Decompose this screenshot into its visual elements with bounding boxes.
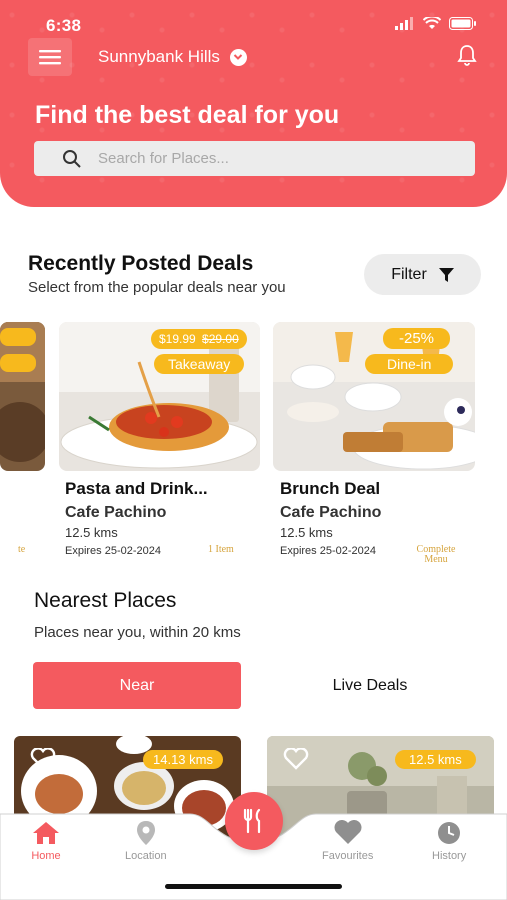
location-selector[interactable]: Sunnybank Hills	[98, 47, 247, 67]
menu-button[interactable]	[28, 38, 72, 76]
distance-badge: 14.13 kms	[143, 750, 223, 769]
section-subtitle: Select from the popular deals near you	[28, 279, 286, 296]
search-icon	[63, 149, 81, 168]
tab-near[interactable]: Near	[33, 662, 241, 709]
distance-badge: 12.5 kms	[395, 750, 476, 769]
hamburger-icon	[39, 50, 61, 65]
nav-home[interactable]: Home	[30, 820, 62, 862]
chevron-down-icon	[229, 48, 247, 66]
filter-icon	[438, 267, 454, 282]
home-indicator	[165, 884, 342, 889]
deal-card-image[interactable]: -25% Dine-in	[273, 322, 475, 471]
location-pin-icon	[136, 821, 155, 845]
header: 6:38 Sunnybank Hills Find the best deal …	[0, 0, 507, 207]
bell-icon[interactable]	[457, 44, 477, 71]
filter-label: Filter	[391, 265, 427, 283]
deal-note: 1 Item	[208, 544, 234, 555]
nav-history[interactable]: History	[432, 820, 466, 862]
nav-location[interactable]: Location	[125, 820, 167, 862]
nav-history-label: History	[432, 850, 467, 862]
discount-badge: -25%	[383, 328, 451, 349]
section-title: Recently Posted Deals	[28, 252, 254, 275]
nav-home-label: Home	[31, 850, 61, 862]
dine-in-badge: Dine-in	[365, 354, 454, 374]
deal-expiry: Expires 25-02-2024	[65, 545, 162, 557]
deal-cafe: Cafe Pachino	[65, 504, 167, 521]
section-title: Nearest Places	[34, 589, 177, 612]
deal-note: te	[18, 544, 26, 555]
nav-location-label: Location	[125, 850, 167, 862]
cutlery-icon	[243, 808, 261, 834]
deal-title: Pasta and Drink...	[65, 479, 208, 498]
filter-button[interactable]: Filter	[364, 254, 481, 295]
deal-note-line: Menu	[424, 554, 448, 565]
deal-card-image[interactable]	[0, 322, 45, 471]
clock-icon	[438, 822, 461, 844]
wifi-icon	[423, 17, 441, 29]
home-icon	[33, 822, 59, 844]
status-time: 6:38	[46, 16, 82, 35]
section-subtitle: Places near you, within 20 kms	[34, 624, 241, 641]
deal-expiry: Expires 25-02-2024	[280, 545, 377, 557]
deal-title: Brunch Deal	[280, 479, 381, 498]
restaurant-button[interactable]	[225, 792, 283, 850]
nav-favourites-label: Favourites	[322, 850, 374, 862]
deal-note: Complete Menu	[412, 545, 460, 565]
deal-cafe: Cafe Pachino	[280, 504, 382, 521]
search-input[interactable]	[98, 150, 458, 167]
takeaway-badge: Takeaway	[154, 354, 245, 374]
price-old: $29.00	[202, 332, 239, 346]
price-new: $19.99	[159, 332, 196, 346]
location-label: Sunnybank Hills	[98, 47, 220, 66]
deal-distance: 12.5 kms	[280, 525, 333, 540]
heart-icon[interactable]	[30, 748, 56, 770]
tab-live-deals[interactable]: Live Deals	[270, 662, 470, 709]
search-bar[interactable]	[34, 141, 475, 176]
status-icons	[395, 17, 477, 30]
battery-icon	[449, 17, 476, 30]
signal-icon	[395, 17, 413, 30]
deal-distance: 12.5 kms	[65, 525, 118, 540]
page-title: Find the best deal for you	[35, 101, 340, 129]
heart-icon	[334, 820, 362, 844]
nav-favourites[interactable]: Favourites	[322, 820, 373, 862]
heart-icon[interactable]	[283, 748, 309, 770]
price-badge: $19.99 $29.00	[151, 329, 247, 349]
deal-card-image[interactable]: $19.99 $29.00 Takeaway	[59, 322, 260, 471]
